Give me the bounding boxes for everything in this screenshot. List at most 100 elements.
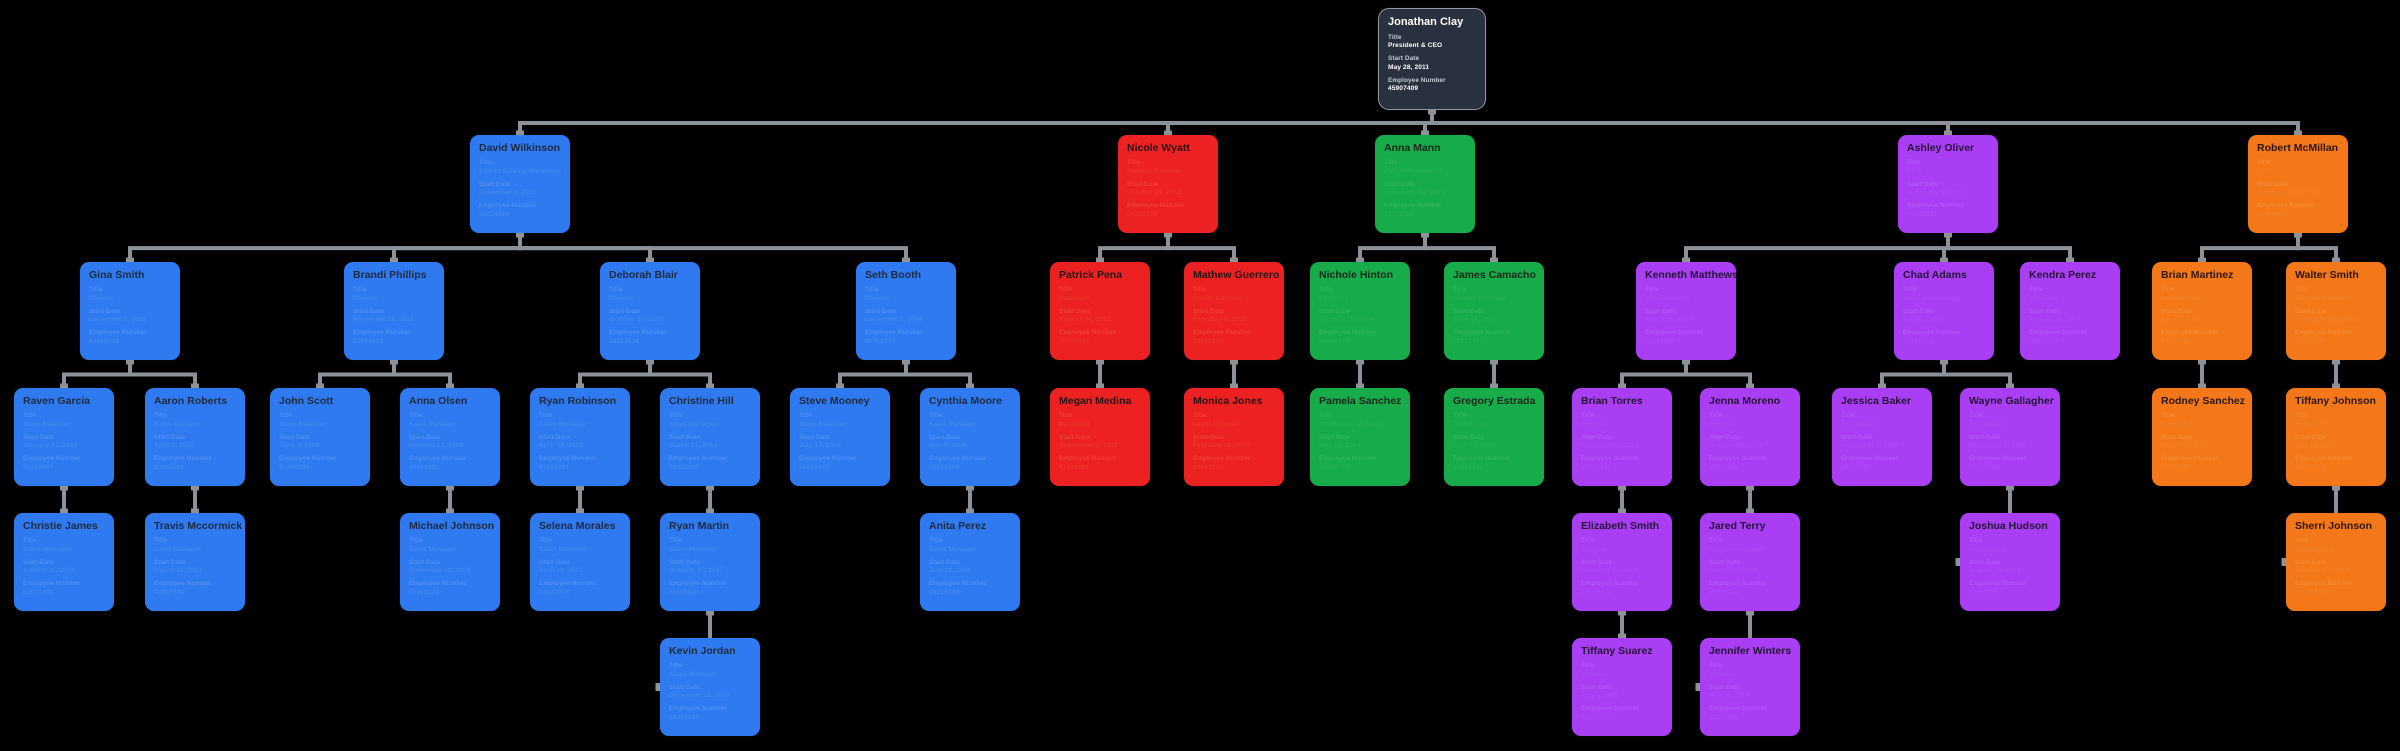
connector-port	[1682, 359, 1690, 365]
node-field-start-date: Start Date July 21, 2012	[1453, 434, 1535, 452]
node-field-title: Title President & CEO	[1388, 34, 1476, 52]
org-node[interactable]: Gina Smith Title Director Start Date Decembe…	[80, 262, 180, 360]
org-node[interactable]: Robert McMillan Title CIO Start Date Decembe…	[2248, 135, 2348, 233]
connector-port	[646, 359, 654, 365]
org-node[interactable]: Seth Booth Title Director Start Date Decembe…	[856, 262, 956, 360]
node-field-start-date: Start Date November 28, 2011	[353, 308, 435, 326]
org-node[interactable]: Jennifer Winters Title Analyst Start Date Ma…	[1700, 638, 1800, 736]
node-employee-name: Jonathan Clay	[1388, 16, 1464, 28]
org-node[interactable]: Kevin Jordan Title Sales Manager Start Date…	[660, 638, 760, 736]
field-value-employee-number: 27033022	[1581, 588, 1612, 596]
connector	[1942, 233, 1950, 262]
field-label-employee-number: Employee Number	[1453, 329, 1511, 337]
org-node[interactable]: Travis Mccormick Title Sales Manager Start …	[145, 513, 245, 611]
org-node[interactable]: Gregory Estrada Title Technician Start Date…	[1444, 388, 1544, 486]
org-node[interactable]: James Camacho Title Project Manager Start D…	[1444, 262, 1544, 360]
org-node[interactable]: Christine Hill Title Sales Manager Start Da…	[660, 388, 760, 486]
node-employee-name: Christie James	[23, 520, 98, 532]
org-node[interactable]: Elizabeth Smith Title Analyst Start Date Feb…	[1572, 513, 1672, 611]
org-node[interactable]: Brian Martinez Title Service Rep Start Date…	[2152, 262, 2252, 360]
org-node[interactable]: Chad Adams Title VP of Accounting Start Dat…	[1894, 262, 1994, 360]
node-field-start-date: Start Date May 1, 2005	[1903, 308, 1985, 326]
org-node[interactable]: Pamela Sanchez Title Production Manager Sta…	[1310, 388, 1410, 486]
field-label-employee-number: Employee Number	[1059, 329, 1117, 337]
node-employee-name: John Scott	[279, 395, 334, 407]
node-field-title: Title Sales Manager	[23, 537, 105, 555]
field-label-start-date: Start Date	[1709, 433, 1741, 441]
field-label-employee-number: Employee Number	[1709, 580, 1767, 588]
node-field-start-date: Start Date May 18, 2009	[1709, 684, 1791, 702]
org-node[interactable]: Nichole Hinton Title Facilities Start Date J…	[1310, 262, 1410, 360]
field-label-employee-number: Employee Number	[1193, 455, 1251, 463]
node-field-employee-number: Employee Number 91200284	[279, 455, 361, 473]
node-employee-name: Rodney Sanchez	[2161, 395, 2246, 407]
org-node[interactable]: Deborah Blair Title Director Start Date Octo…	[600, 262, 700, 360]
field-label-title: Title	[2295, 412, 2309, 420]
org-node[interactable]: Jenna Moreno Title Analyst Start Date Octobe…	[1700, 388, 1800, 486]
node-field-title: Title Analyst	[1581, 662, 1663, 680]
org-node[interactable]: Tiffany Johnson Title Help Desk Start Date M…	[2286, 388, 2386, 486]
field-label-employee-number: Employee Number	[2257, 202, 2315, 210]
org-node[interactable]: Walter Smith Title Support Analyst Start Da…	[2286, 262, 2386, 360]
node-field-start-date: Start Date October 30, 2005	[609, 308, 691, 326]
node-field-title: Title Production Manager	[1319, 412, 1401, 430]
field-label-employee-number: Employee Number	[1319, 455, 1377, 463]
field-value-employee-number: 83810228	[1709, 713, 1740, 721]
org-node[interactable]: Anna Mann Title EVP of Production Start Dat…	[1375, 135, 1475, 233]
org-node[interactable]: Jared Terry Title Finance Manager Start Dat…	[1700, 513, 1800, 611]
org-node[interactable]: Ryan Martin Title Sales Manager Start Date O…	[660, 513, 760, 611]
org-node[interactable]: Sherri Johnson Title Service Rep Start Date…	[2286, 513, 2386, 611]
org-node[interactable]: Megan Medina Title Paralegal Start Date Sept…	[1050, 388, 1150, 486]
org-node[interactable]: Selena Morales Title Sales Manager Start Da…	[530, 513, 630, 611]
connector-port	[1940, 359, 1948, 365]
node-field-start-date: Start Date February 16, 2002	[1193, 434, 1275, 452]
org-node[interactable]: Anita Perez Title Sales Manager Start Date J…	[920, 513, 1020, 611]
org-node[interactable]: David Wilkinson Title EVP of Sales & Marke…	[470, 135, 570, 233]
connector	[1942, 360, 2012, 388]
org-node[interactable]: Christie James Title Sales Manager Start Da…	[14, 513, 114, 611]
connector	[1423, 233, 1496, 262]
connector	[904, 360, 972, 388]
org-node[interactable]: Joshua Hudson Title Accountant Start Date Au…	[1960, 513, 2060, 611]
org-node[interactable]: Mathew Guerrero Title Senior Counsel Start …	[1184, 262, 1284, 360]
node-field-start-date: Start Date April 19, 2017	[539, 559, 621, 577]
org-node[interactable]: Patrick Pena Title Paralegal Start Date Augu…	[1050, 262, 1150, 360]
org-node[interactable]: Monica Jones Title Legal Counsel Start Date…	[1184, 388, 1284, 486]
field-value-start-date: December 27, 2010	[1907, 189, 1969, 197]
org-node[interactable]: Kenneth Matthews Title VP of Finance Start …	[1636, 262, 1736, 360]
field-label-start-date: Start Date	[1127, 180, 1159, 188]
field-label-employee-number: Employee Number	[2295, 580, 2353, 588]
node-field-start-date: Start Date August 24, 2018	[1969, 559, 2051, 577]
field-label-title: Title	[2161, 412, 2175, 420]
org-node[interactable]: Jessica Baker Title Accountant Start Date No…	[1832, 388, 1932, 486]
org-node[interactable]: John Scott Title Sales Manager Start Date Ju…	[270, 388, 370, 486]
connector-port	[1618, 485, 1626, 491]
node-field-title: Title Accountant	[1969, 412, 2051, 430]
field-value-employee-number: 28322534	[609, 337, 640, 345]
field-value-title: Sales Manager	[23, 420, 71, 428]
org-node[interactable]: Anna Olsen Title Sales Manager Start Date Oc…	[400, 388, 500, 486]
org-node[interactable]: Steve Mooney Title Sales Manager Start Date…	[790, 388, 890, 486]
org-node[interactable]: Jonathan Clay Title President & CEO Start D…	[1378, 8, 1486, 110]
org-node[interactable]: Rodney Sanchez Title Network Admin Start Da…	[2152, 388, 2252, 486]
org-node[interactable]: Aaron Roberts Title Sales Manager Start Dat…	[145, 388, 245, 486]
org-node[interactable]: Ashley Oliver Title CFO Start Date December …	[1898, 135, 1998, 233]
org-node[interactable]: Cynthia Moore Title Sales Manager Start Dat…	[920, 388, 1020, 486]
org-node[interactable]: Brian Torres Title Analyst Start Date Februa…	[1572, 388, 1672, 486]
org-node[interactable]: Ryan Robinson Title Sales Manager Start Dat…	[530, 388, 630, 486]
field-value-start-date: August 23, 2017	[2029, 316, 2081, 324]
org-node[interactable]: Raven Garcia Title Sales Manager Start Date…	[14, 388, 114, 486]
field-label-title: Title	[1127, 159, 1141, 167]
org-node[interactable]: Kendra Perez Title VP of Tax Start Date Augu…	[2020, 262, 2120, 360]
org-node[interactable]: Tiffany Suarez Title Analyst Start Date July…	[1572, 638, 1672, 736]
field-value-employee-number: 17190729	[1903, 337, 1934, 345]
org-node[interactable]: Michael Johnson Title Sales Manager Start D…	[400, 513, 500, 611]
node-employee-name: Pamela Sanchez	[1319, 395, 1402, 407]
field-label-start-date: Start Date	[1059, 433, 1091, 441]
field-value-title: Analyst	[1581, 420, 1606, 428]
org-node[interactable]: Brandi Phillips Title Director Start Date No…	[344, 262, 444, 360]
org-node[interactable]: Wayne Gallagher Title Accountant Start Date…	[1960, 388, 2060, 486]
field-value-start-date: October 13, 2008	[1709, 442, 1764, 450]
field-label-title: Title	[154, 537, 168, 545]
org-node[interactable]: Nicole Wyatt Title General Counsel Start Da…	[1118, 135, 1218, 233]
